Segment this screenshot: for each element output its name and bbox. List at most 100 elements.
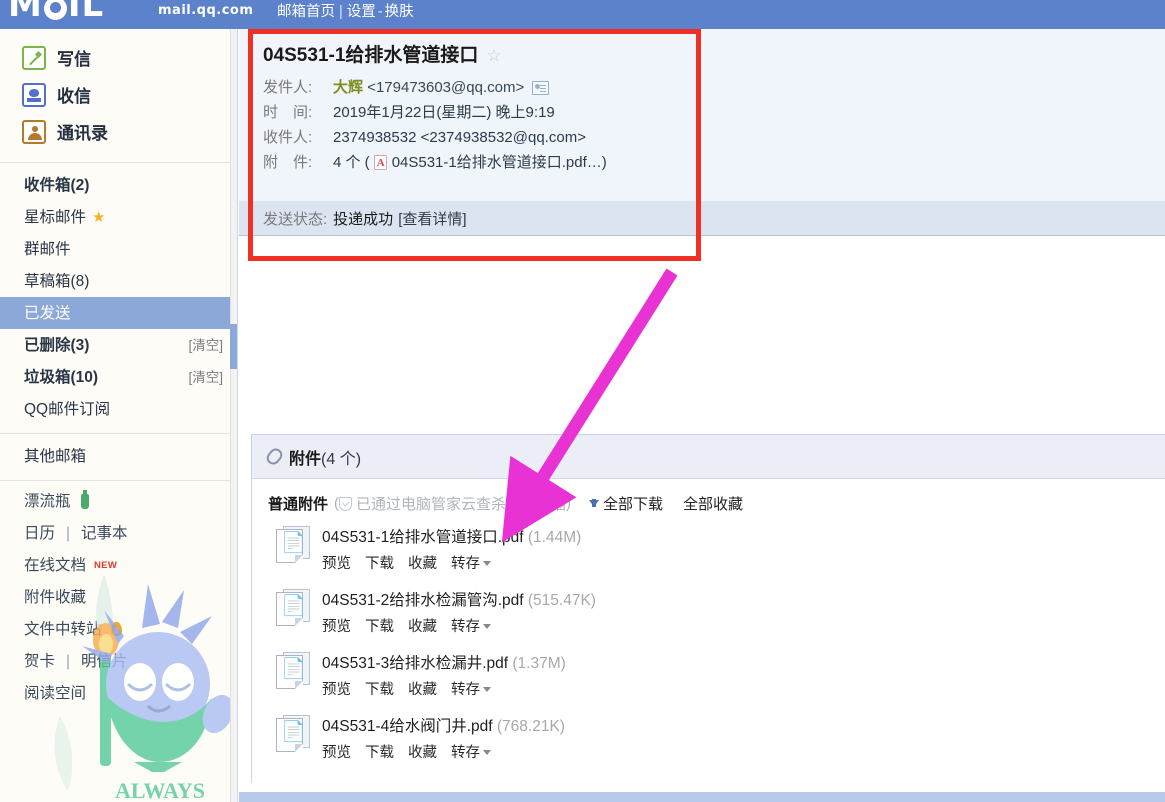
tool-label: 日历: [24, 524, 56, 542]
download-all-link[interactable]: 全部下载: [603, 493, 663, 514]
sidebar-item-drafts[interactable]: 草稿箱(8): [0, 265, 237, 297]
fire-icon: [110, 622, 122, 636]
attachment-filename[interactable]: 04S531-2给排水检漏管沟.pdf: [322, 592, 524, 609]
attachment-count-text: 4 个 (: [333, 154, 370, 171]
save-to-link[interactable]: 转存: [451, 678, 491, 699]
tool-label-secondary: 记事本: [81, 524, 128, 542]
bottle-icon: [80, 489, 89, 509]
attachment-filename[interactable]: 04S531-4给水阀门井.pdf: [322, 718, 493, 735]
attachment-actions: 预览 下载 收藏 转存: [322, 615, 596, 636]
inbox-icon: [22, 82, 46, 107]
contact-card-icon[interactable]: [532, 80, 550, 95]
folder-label: 草稿箱(8): [24, 272, 90, 290]
scan-paren-close: ): [566, 495, 572, 512]
favorite-link[interactable]: 收藏: [408, 552, 437, 573]
folder-label: 群邮件: [24, 240, 71, 258]
download-link[interactable]: 下载: [365, 552, 394, 573]
tool-label: 文件中转站: [24, 620, 102, 638]
clear-deleted-link[interactable]: [清空]: [188, 335, 223, 356]
preview-link[interactable]: 预览: [322, 552, 351, 573]
attachment-name-row: 04S531-2给排水检漏管沟.pdf (515.47K): [322, 590, 596, 612]
star-toggle-icon[interactable]: ☆: [486, 43, 501, 68]
contacts-icon: [22, 119, 46, 144]
qq-mail-logo[interactable]: M IL: [8, 0, 104, 22]
download-link[interactable]: 下载: [365, 678, 394, 699]
attachment-filename[interactable]: 04S531-1给排水管道接口.pdf: [322, 529, 524, 546]
folder-label: 星标邮件: [24, 208, 87, 226]
save-to-link[interactable]: 转存: [451, 552, 491, 573]
sidebar-item-deleted[interactable]: 已删除(3) [清空]: [0, 329, 237, 361]
chevron-down-icon: [483, 561, 491, 566]
sidebar-item-spam[interactable]: 垃圾箱(10) [清空]: [0, 361, 237, 393]
pdf-file-icon: 📄: [276, 715, 310, 753]
clear-spam-link[interactable]: [清空]: [188, 367, 223, 388]
sender-name[interactable]: 大辉: [333, 75, 363, 100]
save-to-link[interactable]: 转存: [451, 615, 491, 636]
download-link[interactable]: 下载: [365, 615, 394, 636]
sidebar-item-subscription[interactable]: QQ邮件订阅: [0, 393, 237, 425]
favorite-all-link[interactable]: 全部收藏: [683, 493, 743, 514]
attachments-count: (4 个): [321, 450, 362, 468]
star-icon: ★: [92, 208, 106, 226]
attachment-filesize: (768.21K): [496, 718, 565, 735]
save-to-link[interactable]: 转存: [451, 741, 491, 762]
send-status-label: 发送状态:: [263, 210, 328, 228]
logo-dot-icon: [43, 0, 67, 20]
attachments-panel-header: 附件 (4 个): [252, 435, 1165, 479]
preview-link[interactable]: 预览: [322, 678, 351, 699]
attachment-filename[interactable]: 04S531-3给排水检漏井.pdf: [322, 655, 508, 672]
send-status-value: 投递成功: [333, 210, 394, 228]
favorite-link[interactable]: 收藏: [408, 678, 437, 699]
page-title: 04S531-1给排水管道接口: [263, 45, 479, 66]
save-to-label: 转存: [451, 745, 480, 761]
sidebar-item-drift-bottle[interactable]: 漂流瓶: [0, 485, 237, 517]
sidebar-item-group-mail[interactable]: 群邮件: [0, 233, 237, 265]
attachments-toolbar: 普通附件 ( 已通过电脑管家云查杀引擎扫描 ) 全部下载 全部收藏: [268, 493, 1165, 514]
sidebar-scrollbar-thumb[interactable]: [230, 324, 237, 369]
sidebar-item-online-docs[interactable]: 在线文档 NEW: [0, 549, 237, 581]
attachment-first-name[interactable]: 04S531-1给排水管道接口.pdf…): [392, 150, 607, 175]
sidebar-item-card-postcard[interactable]: 贺卡 | 明信片: [0, 645, 237, 677]
sidebar-item-other-mailbox[interactable]: 其他邮箱: [0, 440, 237, 472]
sidebar-item-label: 通讯录: [57, 124, 108, 143]
save-to-label: 转存: [451, 619, 480, 635]
field-label-from: 发件人:: [263, 79, 313, 96]
preview-link[interactable]: 预览: [322, 615, 351, 636]
folder-label: 已发送: [24, 304, 71, 322]
sidebar-main-actions: 写信 收信 通讯录: [0, 29, 237, 158]
sidebar-item-file-transfer[interactable]: 文件中转站: [0, 613, 237, 645]
attachments-title: 附件: [289, 450, 322, 468]
pdf-file-icon: 📄: [276, 526, 310, 564]
favorite-link[interactable]: 收藏: [408, 615, 437, 636]
virus-scan-note: ( 已通过电脑管家云查杀引擎扫描 ): [334, 493, 571, 514]
list-item: 📄 04S531-2给排水检漏管沟.pdf (515.47K) 预览 下载 收藏…: [268, 589, 1165, 636]
preview-link[interactable]: 预览: [322, 741, 351, 762]
attachment-filesize: (1.37M): [512, 655, 566, 672]
sidebar-item-sent[interactable]: 已发送: [0, 297, 237, 329]
send-status-bar: 发送状态: 投递成功 [查看详情]: [239, 201, 1165, 236]
download-arrow-icon: [589, 499, 600, 507]
view-details-link[interactable]: [查看详情]: [398, 208, 466, 229]
download-link[interactable]: 下载: [365, 741, 394, 762]
sidebar-item-inbox-action[interactable]: 收信: [0, 76, 237, 113]
folder-label: QQ邮件订阅: [24, 400, 111, 418]
favorite-link[interactable]: 收藏: [408, 741, 437, 762]
folder-label: 已删除(3): [24, 336, 90, 354]
recipient-value: 2374938532 <2374938532@qq.com>: [333, 129, 586, 146]
sidebar-item-starred[interactable]: 星标邮件 ★: [0, 201, 237, 233]
sidebar-item-compose[interactable]: 写信: [0, 39, 237, 76]
attachments-body: 普通附件 ( 已通过电脑管家云查杀引擎扫描 ) 全部下载 全部收藏 📄 04S5…: [252, 479, 1165, 762]
top-nav: 邮箱首页 | 设置 - 换肤: [277, 0, 414, 24]
attachment-name-row: 04S531-4给水阀门井.pdf (768.21K): [322, 716, 565, 738]
nav-skin-link[interactable]: 换肤: [385, 4, 414, 20]
sidebar-item-reading-space[interactable]: 阅读空间: [0, 677, 237, 709]
nav-separator: |: [339, 4, 343, 20]
sidebar-scrollbar[interactable]: [230, 29, 237, 802]
sidebar-item-calendar-notes[interactable]: 日历 | 记事本: [0, 517, 237, 549]
nav-settings-link[interactable]: 设置: [347, 4, 376, 20]
sidebar-item-inbox[interactable]: 收件箱(2): [0, 169, 237, 201]
sidebar-item-contacts[interactable]: 通讯录: [0, 113, 237, 150]
nav-home-link[interactable]: 邮箱首页: [277, 4, 335, 20]
logo-wordmark: M IL: [8, 0, 104, 22]
sidebar-item-attachment-favorites[interactable]: 附件收藏: [0, 581, 237, 613]
